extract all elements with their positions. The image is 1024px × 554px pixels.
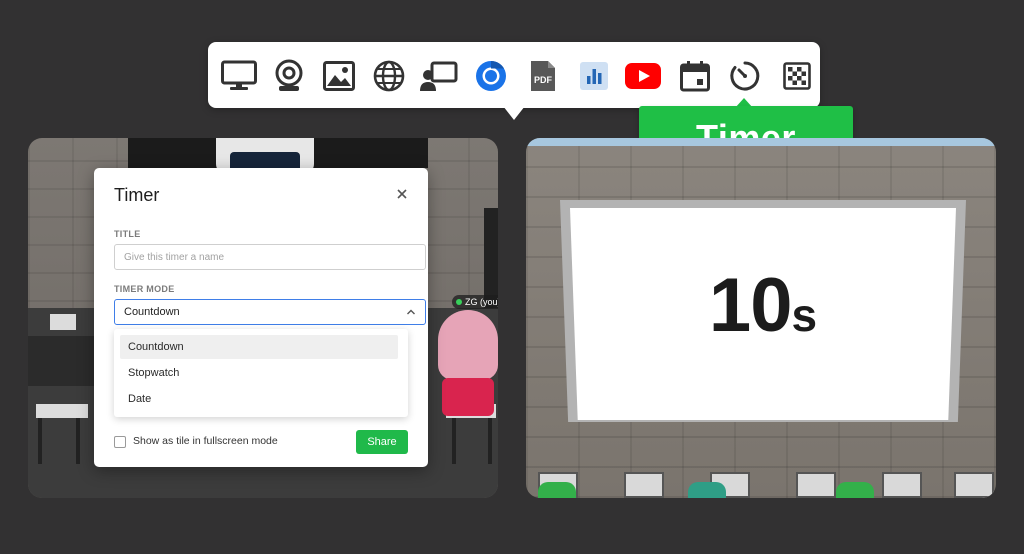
scene-chair-leg [76,418,80,464]
close-icon[interactable] [392,184,412,204]
timer-unit: s [791,289,818,341]
scene-table [28,336,98,386]
scene-chair [36,404,88,418]
timer-modal: Timer TITLE TIMER MODE Countdown Countdo… [94,168,428,467]
avatar [438,310,498,380]
option-date[interactable]: Date [120,387,398,411]
modal-title: Timer [114,185,160,205]
fullscreen-tile-checkbox[interactable] [114,436,126,448]
avatar-name: ZG (you) [465,297,498,307]
timer-mode-value: Countdown [124,306,180,318]
option-countdown[interactable]: Countdown [120,335,398,359]
online-status-icon [456,299,462,305]
chevron-up-icon [407,309,415,315]
timer-mode-select[interactable]: Countdown [114,299,426,325]
scene-plant [688,482,726,498]
app-toolbar: PDF [208,42,820,108]
title-field-label: TITLE [114,229,141,239]
timer-mode-dropdown: Countdown Stopwatch Date [114,329,408,417]
chrome-icon[interactable] [472,57,510,95]
avatar-outfit [442,378,494,416]
scene-bench [882,472,922,498]
image-icon[interactable] [320,57,358,95]
scene-plant [538,482,576,498]
scene-sky [526,138,996,146]
scene-chair-leg [38,418,42,464]
pdf-icon[interactable]: PDF [524,57,562,95]
toolbar-pointer [503,106,525,120]
timer-value: 10 [708,263,793,348]
timer-title-input[interactable] [114,244,426,270]
youtube-icon[interactable] [624,57,662,95]
screen-share-icon[interactable] [220,57,258,95]
scene-bench [954,472,994,498]
presenter-icon[interactable] [420,57,458,95]
whiteboard-icon[interactable] [778,57,816,95]
scene-board [484,208,498,308]
share-button[interactable]: Share [356,430,408,454]
right-scene: 10s [526,138,996,498]
scene-chair [50,314,76,330]
timer-mode-label: TIMER MODE [114,284,175,294]
option-stopwatch[interactable]: Stopwatch [120,361,398,385]
globe-icon[interactable] [370,57,408,95]
chart-icon[interactable] [575,57,613,95]
scene-bench [796,472,836,498]
svg-text:PDF: PDF [534,75,553,85]
timer-display: 10s [570,262,956,349]
avatar-name-tag: ZG (you) [452,295,498,309]
scene-chair-leg [488,418,492,464]
timer-icon[interactable] [726,57,764,95]
fullscreen-tile-label: Show as tile in fullscreen mode [133,435,278,447]
scene-chair-leg [452,418,456,464]
scene-plant [836,482,874,498]
webcam-icon[interactable] [270,57,308,95]
scene-bench [624,472,664,498]
calendar-icon[interactable] [676,57,714,95]
